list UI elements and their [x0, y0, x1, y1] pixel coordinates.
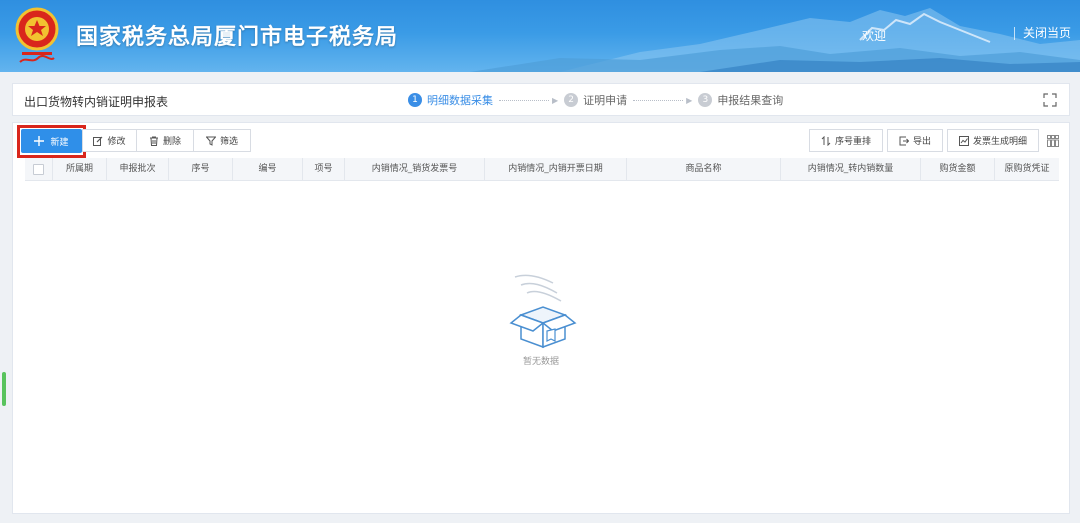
- column-header[interactable]: 序号: [169, 158, 233, 180]
- step-indicator: 1 明细数据采集 ▶ 2 证明申请 ▶ 3 申报结果查询: [408, 92, 783, 108]
- step-1-label: 明细数据采集: [427, 94, 493, 107]
- column-header[interactable]: 内销情况_内销开票日期: [485, 158, 627, 180]
- step-2[interactable]: 2 证明申请: [564, 92, 627, 108]
- column-header[interactable]: 内销情况_转内销数量: [781, 158, 921, 180]
- generate-from-invoice-button[interactable]: 发票生成明细: [947, 129, 1039, 152]
- select-all-cell: [25, 158, 53, 180]
- step-arrow-icon: ▶: [552, 95, 559, 105]
- export-button-label: 导出: [912, 137, 931, 147]
- site-header: 国家税务总局厦门市电子税务局 欢迎 关闭当页: [0, 0, 1080, 72]
- step-1-number: 1: [408, 93, 422, 107]
- column-header[interactable]: 购货金额: [921, 158, 995, 180]
- delete-button-label: 删除: [162, 137, 181, 147]
- delete-button[interactable]: 删除: [136, 129, 194, 152]
- filter-button-label: 筛选: [219, 137, 238, 147]
- sort-icon: [821, 135, 831, 146]
- site-title: 国家税务总局厦门市电子税务局: [76, 25, 399, 50]
- edit-icon: [93, 136, 103, 146]
- step-3[interactable]: 3 申报结果查询: [698, 92, 783, 108]
- new-button[interactable]: 新建: [21, 129, 82, 153]
- step-2-number: 2: [564, 93, 579, 107]
- welcome-text: 欢迎: [862, 29, 887, 43]
- step-3-number: 3: [698, 93, 713, 107]
- close-page-link[interactable]: 关闭当页: [1014, 27, 1071, 40]
- step-2-label: 证明申请: [583, 94, 628, 107]
- column-header[interactable]: 编号: [233, 158, 303, 180]
- trash-icon: [149, 136, 158, 146]
- column-header[interactable]: 内销情况_销货发票号: [345, 158, 485, 180]
- export-icon: [899, 136, 909, 145]
- empty-box-icon: [509, 274, 577, 349]
- table-header: 所属期 申报批次 序号 编号 项号 内销情况_销货发票号 内销情况_内销开票日期…: [25, 158, 1059, 181]
- filter-button[interactable]: 筛选: [193, 129, 251, 152]
- edit-button[interactable]: 修改: [82, 129, 137, 152]
- new-button-label: 新建: [50, 137, 69, 148]
- reorder-button-label: 序号重排: [834, 137, 871, 147]
- column-header[interactable]: 申报批次: [107, 158, 169, 180]
- filter-icon: [205, 136, 216, 146]
- emblem-icon: [15, 7, 59, 63]
- column-header[interactable]: 原购货凭证: [995, 158, 1059, 180]
- step-connector: [499, 99, 549, 101]
- plus-icon: [34, 136, 45, 146]
- edit-button-label: 修改: [107, 137, 126, 147]
- reorder-button[interactable]: 序号重排: [809, 129, 883, 152]
- form-title-bar: 出口货物转内销证明申报表 1 明细数据采集 ▶ 2 证明申请 ▶ 3 申报结果查…: [12, 83, 1070, 116]
- step-1[interactable]: 1 明细数据采集: [408, 92, 493, 108]
- select-all-checkbox[interactable]: [33, 164, 44, 175]
- main-panel: 新建 修改 删除 筛选 序号重排 导出 发票生成明细 所属期 申报批次 序号 编…: [12, 122, 1070, 514]
- chart-icon: [958, 135, 969, 146]
- generate-button-label: 发票生成明细: [972, 137, 1027, 147]
- column-header[interactable]: 所属期: [53, 158, 107, 180]
- column-header[interactable]: 项号: [303, 158, 345, 180]
- fullscreen-icon[interactable]: [1043, 93, 1057, 107]
- side-scroll-handle[interactable]: [2, 372, 6, 406]
- page-title: 出口货物转内销证明申报表: [24, 95, 169, 109]
- step-arrow-icon: ▶: [686, 95, 693, 105]
- empty-state-text: 暂无数据: [522, 357, 559, 367]
- step-3-label: 申报结果查询: [717, 94, 784, 107]
- export-button[interactable]: 导出: [887, 129, 943, 152]
- column-settings-icon[interactable]: [1047, 135, 1059, 147]
- step-connector: [633, 99, 684, 101]
- column-header[interactable]: 商品名称: [627, 158, 781, 180]
